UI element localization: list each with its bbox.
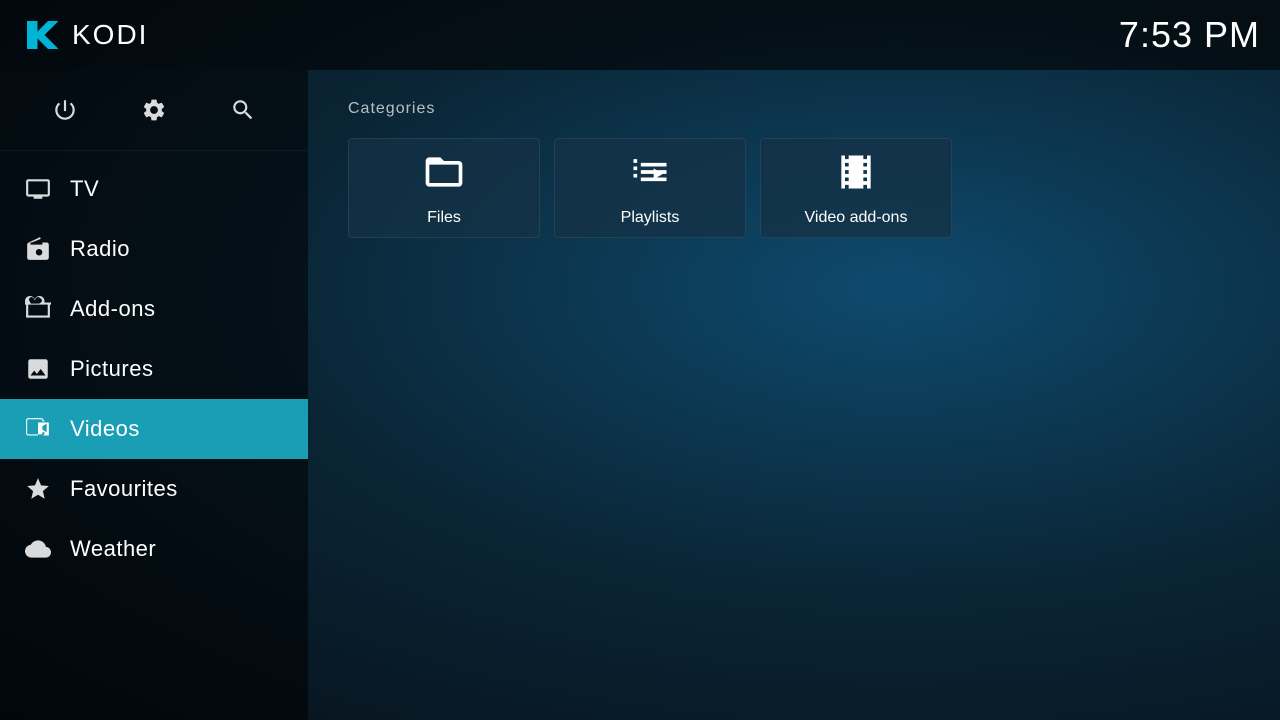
sidebar-item-videos[interactable]: Videos: [0, 399, 308, 459]
sidebar-item-radio[interactable]: Radio: [0, 219, 308, 279]
search-button[interactable]: [221, 88, 265, 132]
sidebar-item-addons-label: Add-ons: [70, 296, 155, 322]
top-bar: KODI 7:53 PM: [0, 0, 1280, 70]
sidebar-item-pictures-label: Pictures: [70, 356, 153, 382]
sidebar: TV Radio: [0, 70, 308, 720]
app-container: KODI 7:53 PM: [0, 0, 1280, 720]
category-tile-files[interactable]: Files: [348, 138, 540, 238]
sidebar-item-favourites-label: Favourites: [70, 476, 178, 502]
weather-icon: [24, 535, 52, 563]
playlists-tile-icon: [628, 150, 672, 199]
category-tile-video-addons[interactable]: Video add-ons: [760, 138, 952, 238]
pictures-icon: [24, 355, 52, 383]
search-icon: [230, 97, 256, 123]
playlists-tile-label: Playlists: [621, 209, 680, 227]
sidebar-item-tv-label: TV: [70, 176, 99, 202]
main-layout: TV Radio: [0, 70, 1280, 720]
sidebar-item-videos-label: Videos: [70, 416, 140, 442]
logo-area: KODI: [20, 14, 148, 56]
power-icon: [52, 97, 78, 123]
category-grid: Files Playlists: [348, 138, 1240, 238]
sidebar-nav: TV Radio: [0, 151, 308, 720]
tv-icon: [24, 175, 52, 203]
radio-icon: [24, 235, 52, 263]
addons-icon: [24, 295, 52, 323]
kodi-logo-icon: [20, 14, 62, 56]
videos-icon: [24, 415, 52, 443]
app-name: KODI: [72, 19, 148, 51]
video-addons-tile-icon: [834, 150, 878, 199]
category-tile-playlists[interactable]: Playlists: [554, 138, 746, 238]
content-area: Categories Files: [308, 70, 1280, 720]
settings-icon: [141, 97, 167, 123]
sidebar-item-weather-label: Weather: [70, 536, 156, 562]
files-tile-icon: [422, 150, 466, 199]
video-addons-tile-label: Video add-ons: [805, 209, 908, 227]
favourites-icon: [24, 475, 52, 503]
sidebar-item-addons[interactable]: Add-ons: [0, 279, 308, 339]
sidebar-top-icons: [0, 70, 308, 151]
sidebar-item-radio-label: Radio: [70, 236, 130, 262]
time-display: 7:53 PM: [1119, 14, 1260, 56]
sidebar-item-pictures[interactable]: Pictures: [0, 339, 308, 399]
sidebar-item-favourites[interactable]: Favourites: [0, 459, 308, 519]
sidebar-item-tv[interactable]: TV: [0, 159, 308, 219]
categories-label: Categories: [348, 100, 1240, 118]
files-tile-label: Files: [427, 209, 461, 227]
sidebar-item-weather[interactable]: Weather: [0, 519, 308, 579]
power-button[interactable]: [43, 88, 87, 132]
settings-button[interactable]: [132, 88, 176, 132]
